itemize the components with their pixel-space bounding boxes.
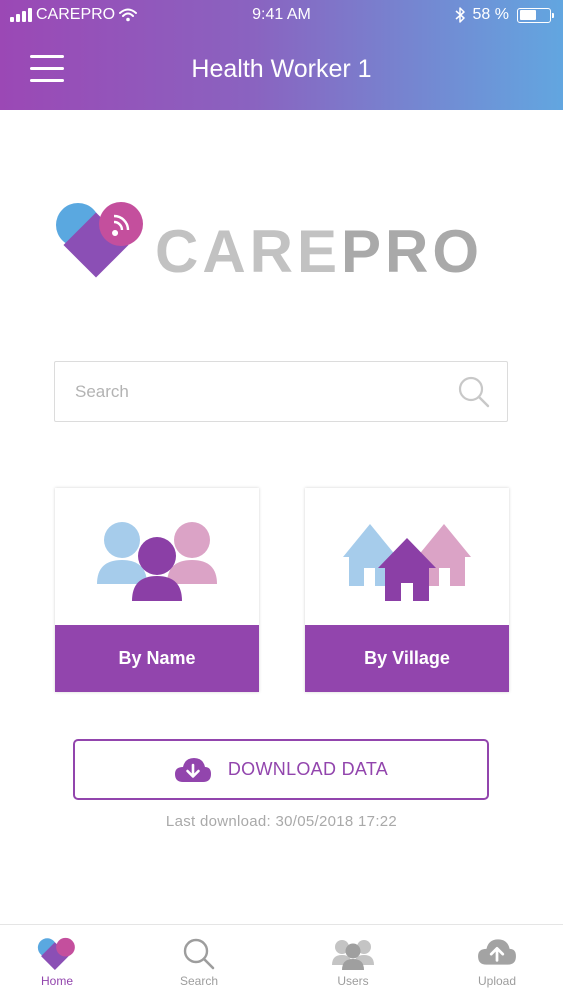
nav-home-label: Home xyxy=(40,974,73,988)
nav-home[interactable]: Home xyxy=(2,925,112,1000)
cloud-upload-icon xyxy=(478,939,516,965)
download-data-label: DOWNLOAD DATA xyxy=(227,759,389,779)
search-box xyxy=(54,361,508,422)
search-icon[interactable] xyxy=(457,375,491,409)
by-name-card[interactable]: By Name xyxy=(55,488,259,692)
nav-users[interactable]: Users xyxy=(298,925,408,1000)
heart-logo-icon xyxy=(56,202,143,278)
by-name-label: By Name xyxy=(55,625,259,692)
status-bar: CAREPRO 9:41 AM 58 % xyxy=(0,0,563,32)
nav-search[interactable]: Search xyxy=(144,925,254,1000)
battery-icon xyxy=(517,7,554,23)
cloud-download-icon xyxy=(174,757,211,782)
logo-text-pro: PRO xyxy=(341,218,484,285)
nav-upload-label: Upload xyxy=(477,974,517,988)
search-icon xyxy=(183,938,215,970)
users-icon xyxy=(332,940,374,970)
nav-upload[interactable]: Upload xyxy=(442,925,552,1000)
carepro-logo: CAREPRO xyxy=(55,200,495,290)
logo-text-care: CARE xyxy=(155,218,342,285)
people-icon xyxy=(97,522,217,601)
heart-logo-icon xyxy=(37,937,75,970)
download-data-button[interactable]: DOWNLOAD DATA xyxy=(73,739,489,800)
logo-wordmark: CAREPRO xyxy=(155,222,483,282)
last-download-text: Last download: 30/05/2018 17:22 xyxy=(165,813,398,830)
nav-search-label: Search xyxy=(179,974,219,988)
battery-percent: 58 % xyxy=(472,6,509,23)
app-header: CAREPRO 9:41 AM 58 % Health Worker 1 xyxy=(0,0,563,110)
by-village-label: By Village xyxy=(305,625,509,692)
houses-icon xyxy=(343,524,471,601)
page-title: Health Worker 1 xyxy=(191,55,372,83)
battery-fill xyxy=(519,10,537,20)
search-input[interactable] xyxy=(55,362,507,421)
status-right: 58 % xyxy=(455,6,554,24)
bottom-nav: Home Search Users Upload xyxy=(0,924,563,1000)
nav-users-label: Users xyxy=(337,974,369,988)
bluetooth-icon xyxy=(455,7,465,23)
by-village-card[interactable]: By Village xyxy=(305,488,509,692)
